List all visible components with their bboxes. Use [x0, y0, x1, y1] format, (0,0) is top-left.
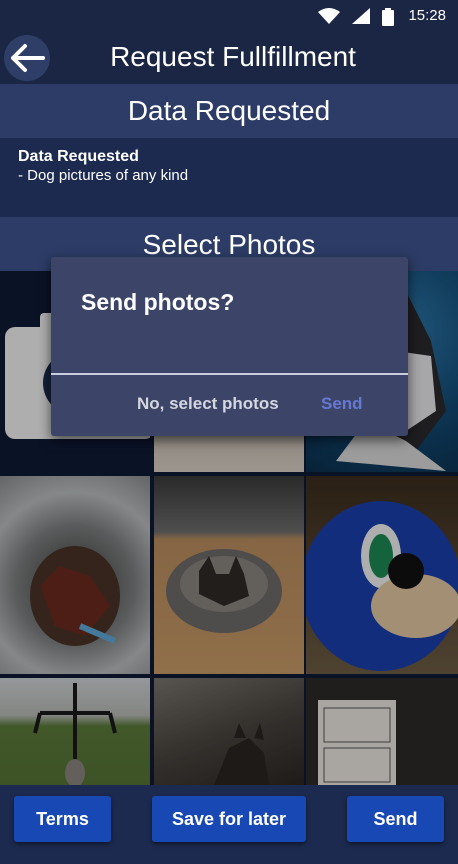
save-for-later-button[interactable]: Save for later [152, 796, 306, 842]
terms-button[interactable]: Terms [14, 796, 111, 842]
battery-icon [382, 8, 394, 26]
send-button[interactable]: Send [347, 796, 444, 842]
request-item: - Dog pictures of any kind [18, 167, 189, 184]
bottom-action-bar: Terms Save for later Send [0, 785, 458, 864]
wifi-icon [318, 8, 340, 24]
dialog-send-button[interactable]: Send [321, 394, 363, 414]
data-requested-header: Data Requested [0, 84, 458, 138]
dialog-title: Send photos? [81, 289, 235, 315]
status-time: 15:28 [408, 7, 446, 24]
status-bar: 15:28 [0, 0, 458, 32]
cell-signal-icon [352, 8, 370, 24]
app-bar: Request Fullfillment [0, 32, 458, 84]
send-photos-dialog: Send photos? No, select photos Send [51, 257, 408, 436]
request-details: Data Requested - Dog pictures of any kin… [0, 138, 458, 217]
request-label: Data Requested [18, 148, 139, 165]
select-photos-button[interactable]: No, select photos [137, 394, 279, 414]
page-title: Request Fullfillment [110, 41, 356, 72]
dialog-divider [51, 373, 408, 375]
